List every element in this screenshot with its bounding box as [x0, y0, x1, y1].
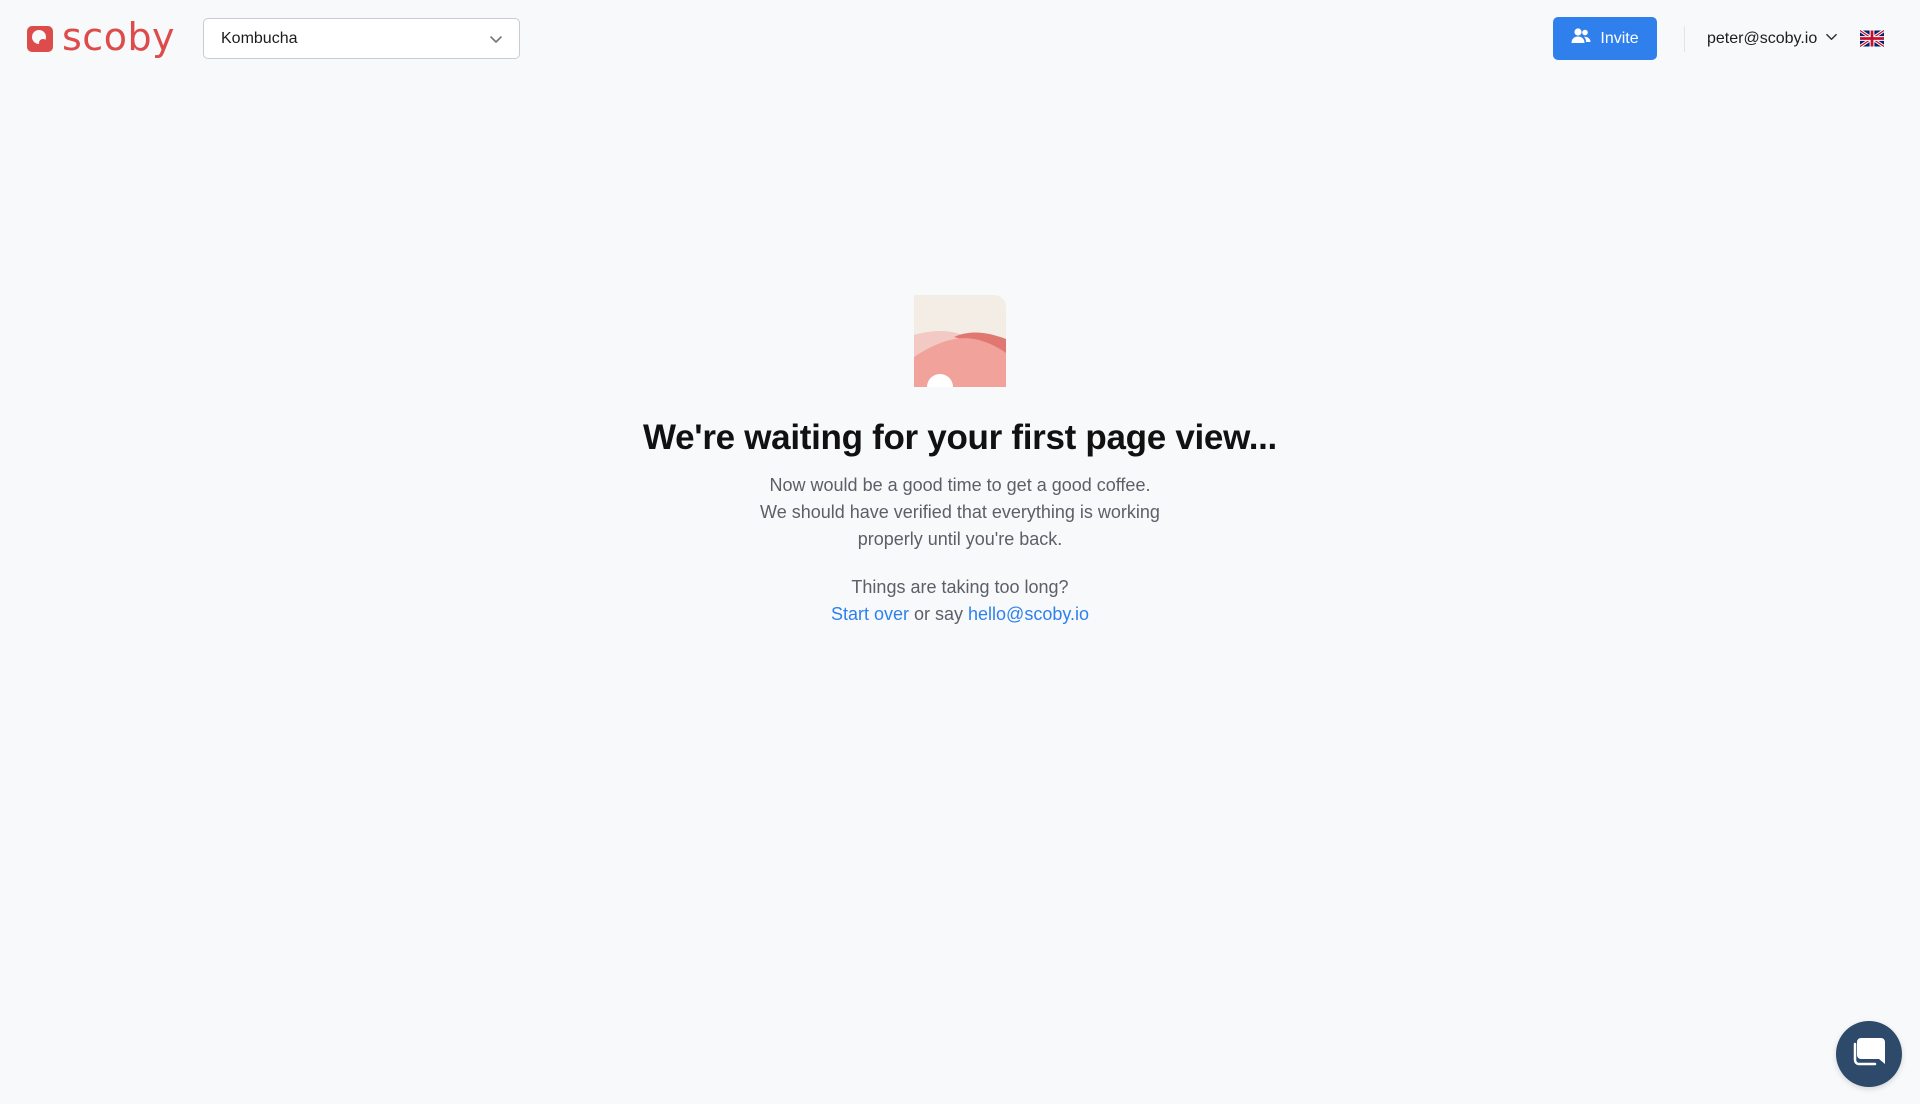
- user-menu[interactable]: peter@scoby.io: [1707, 27, 1838, 51]
- description-line: properly until you're back.: [857, 529, 1063, 549]
- uk-flag-icon[interactable]: [1859, 29, 1885, 48]
- landscape-illustration: [914, 295, 1006, 387]
- invite-label: Invite: [1600, 29, 1639, 47]
- help-section: Things are taking too long? Start over o…: [660, 574, 1260, 628]
- users-icon: [1571, 27, 1591, 50]
- scoby-logo-icon: [26, 25, 54, 53]
- help-links: Start over or say hello@scoby.io: [660, 601, 1260, 628]
- invite-button[interactable]: Invite: [1553, 17, 1657, 60]
- user-email: peter@scoby.io: [1707, 30, 1818, 47]
- scoby-logo[interactable]: scoby: [26, 18, 175, 60]
- start-over-link[interactable]: Start over: [831, 604, 909, 624]
- logo-text: scoby: [62, 15, 176, 59]
- help-question: Things are taking too long?: [851, 577, 1069, 597]
- page-headline: We're waiting for your first page view..…: [643, 418, 1277, 457]
- description-line: Now would be a good time to get a good c…: [769, 475, 1151, 495]
- chat-widget-button[interactable]: [1836, 1021, 1902, 1087]
- description-line: We should have verified that everything …: [760, 502, 1160, 522]
- or-say-text: or say: [909, 604, 969, 624]
- chevron-down-icon: [489, 32, 503, 46]
- site-select[interactable]: Kombucha: [203, 18, 520, 59]
- chevron-down-icon: [1825, 30, 1838, 48]
- site-select-value: Kombucha: [221, 29, 298, 47]
- description-text: Now would be a good time to get a good c…: [660, 472, 1260, 553]
- chat-bubble-icon: [1851, 1034, 1887, 1075]
- header-divider: [1684, 26, 1685, 52]
- top-bar: scoby Kombucha Invite peter@scoby.io: [0, 0, 1920, 78]
- contact-email-link[interactable]: hello@scoby.io: [968, 604, 1089, 624]
